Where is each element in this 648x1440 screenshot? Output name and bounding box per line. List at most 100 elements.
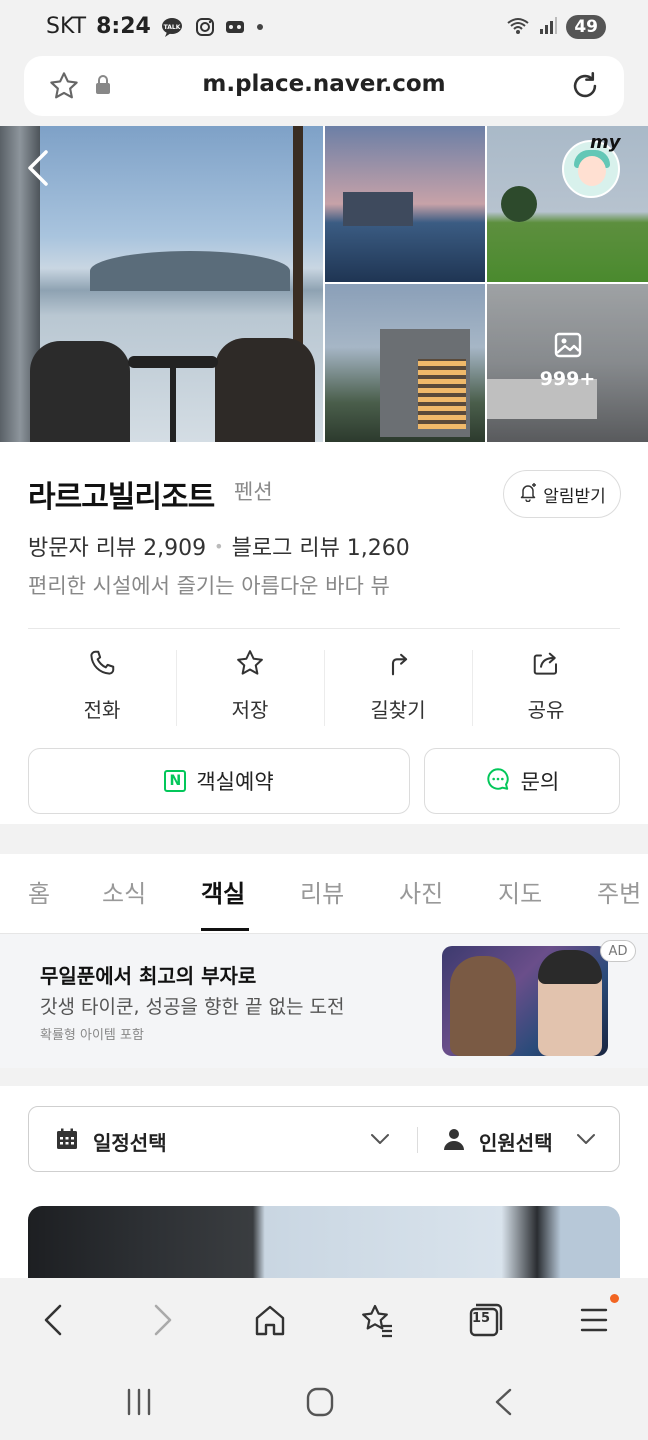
bookmarks-icon[interactable] [358,1300,396,1344]
ad-title: 무일푼에서 최고의 부자로 [40,964,257,988]
tabs-count: 15 [472,1311,491,1326]
carrier-label: SKT [46,14,87,39]
save-action[interactable]: 저장 [176,648,324,734]
section-gap [0,1068,648,1086]
talk-notification-icon: TALK [161,17,185,37]
date-select[interactable]: 일정선택 [55,1127,167,1156]
photo-thumb-3[interactable] [325,284,485,442]
visitor-reviews-link[interactable]: 방문자 리뷰 2,909 [28,530,206,562]
browser-bottom-nav: 15 [0,1278,648,1364]
directions-icon [383,648,413,682]
instagram-icon [195,17,215,37]
address-bar[interactable]: m.place.naver.com [24,56,624,116]
my-tag: my [590,132,621,153]
chevron-down-icon[interactable] [369,1131,391,1151]
guest-select[interactable]: 인원선택 [443,1127,553,1156]
bell-plus-icon [518,482,538,507]
alert-subscribe-button[interactable]: 알림받기 [503,470,621,518]
system-nav-bar [0,1364,648,1440]
system-back-icon[interactable] [488,1386,518,1422]
blog-reviews-link[interactable]: 블로그 리뷰 1,260 [232,530,410,562]
room-reservation-button[interactable]: N 객실예약 [28,748,410,814]
menu-notification-dot [610,1294,619,1303]
back-icon[interactable] [38,1300,68,1344]
more-photos-overlay[interactable]: 999+ [487,284,648,442]
ad-badge[interactable]: AD [600,940,636,962]
divider [28,628,620,629]
place-name: 라르고빌리조트 [28,480,215,515]
alert-subscribe-label: 알림받기 [543,486,606,507]
share-action[interactable]: 공유 [472,648,620,734]
home-button-icon[interactable] [303,1386,337,1422]
back-chevron-icon[interactable] [24,148,52,192]
guest-select-label: 인원선택 [479,1131,553,1155]
tab-nearby[interactable]: 주변 [597,874,641,909]
room-reservation-label: 객실예약 [196,770,274,794]
section-gap [0,824,648,854]
tab-reviews[interactable]: 리뷰 [300,874,344,909]
booking-row: N 객실예약 문의 [28,748,620,814]
separator-dot: • [214,536,224,556]
ad-subtitle: 갓생 타이쿤, 성공을 향한 끝 없는 도전 [40,996,345,1018]
directions-action[interactable]: 길찾기 [324,648,472,734]
place-info: 라르고빌리조트 펜션 알림받기 방문자 리뷰 2,909 • 블로그 리뷰 1,… [0,442,648,824]
naver-booking-icon: N [164,770,187,792]
menu-icon[interactable] [578,1300,610,1344]
forward-icon[interactable] [148,1300,178,1344]
person-icon [443,1127,465,1156]
room-filter-section: 일정선택 인원선택 [0,1086,648,1278]
directions-label: 길찾기 [370,698,426,722]
phone-icon [87,648,117,682]
ad-banner[interactable]: 무일푼에서 최고의 부자로 갓생 타이쿤, 성공을 향한 끝 없는 도전 확률형… [0,934,648,1068]
ad-note: 확률형 아이템 포함 [40,1028,144,1043]
status-left: SKT 8:24 TALK [46,14,265,39]
calendar-icon [55,1127,79,1156]
photo-gallery: 999+ [0,126,648,442]
action-bar: 전화 저장 길찾기 공유 [28,648,620,734]
reload-icon[interactable] [568,69,602,107]
wifi-icon [506,15,530,39]
room-filter: 일정선택 인원선택 [28,1106,620,1172]
inquiry-label: 문의 [520,770,560,794]
active-tab-indicator [201,928,249,931]
home-icon[interactable] [252,1300,288,1344]
recent-apps-icon[interactable] [124,1386,154,1422]
browser-toolbar: m.place.naver.com [0,56,648,126]
chat-bubble-icon [485,766,511,797]
svg-text:TALK: TALK [163,24,180,31]
tab-news[interactable]: 소식 [102,874,146,909]
date-select-label: 일정선택 [93,1131,167,1155]
tabs-icon[interactable]: 15 [466,1300,506,1344]
status-right: 49 [506,15,606,39]
chevron-down-icon[interactable] [575,1131,597,1151]
photo-thumb-2[interactable] [487,126,648,282]
room-photo[interactable] [28,1206,620,1278]
place-description: 편리한 시설에서 즐기는 아름다운 바다 뷰 [28,574,390,598]
tab-map[interactable]: 지도 [498,874,542,909]
call-label: 전화 [83,698,121,722]
ad-image[interactable] [442,946,608,1056]
signal-icon [538,15,558,39]
tab-photos[interactable]: 사진 [399,874,443,909]
tab-bar: 홈 소식 객실 리뷰 사진 지도 주변 [0,854,648,934]
more-notifications-dot [255,22,265,32]
inquiry-button[interactable]: 문의 [424,748,620,814]
tab-home[interactable]: 홈 [28,874,50,909]
status-bar: SKT 8:24 TALK 49 [0,0,648,56]
main-photo[interactable] [0,126,323,442]
call-action[interactable]: 전화 [28,648,176,734]
photo-thumb-1[interactable] [325,126,485,282]
save-label: 저장 [231,698,269,722]
filter-separator [417,1127,418,1153]
voicemail-icon [225,19,245,35]
image-icon [553,330,583,364]
place-category: 펜션 [234,480,273,504]
star-icon [235,648,265,682]
more-photos-count: 999+ [539,368,596,390]
tab-rooms[interactable]: 객실 [201,874,245,909]
review-counts: 방문자 리뷰 2,909 • 블로그 리뷰 1,260 [28,530,410,562]
clock: 8:24 [96,14,151,39]
share-icon [530,648,562,682]
battery-indicator: 49 [566,15,606,39]
url-text[interactable]: m.place.naver.com [24,71,624,97]
